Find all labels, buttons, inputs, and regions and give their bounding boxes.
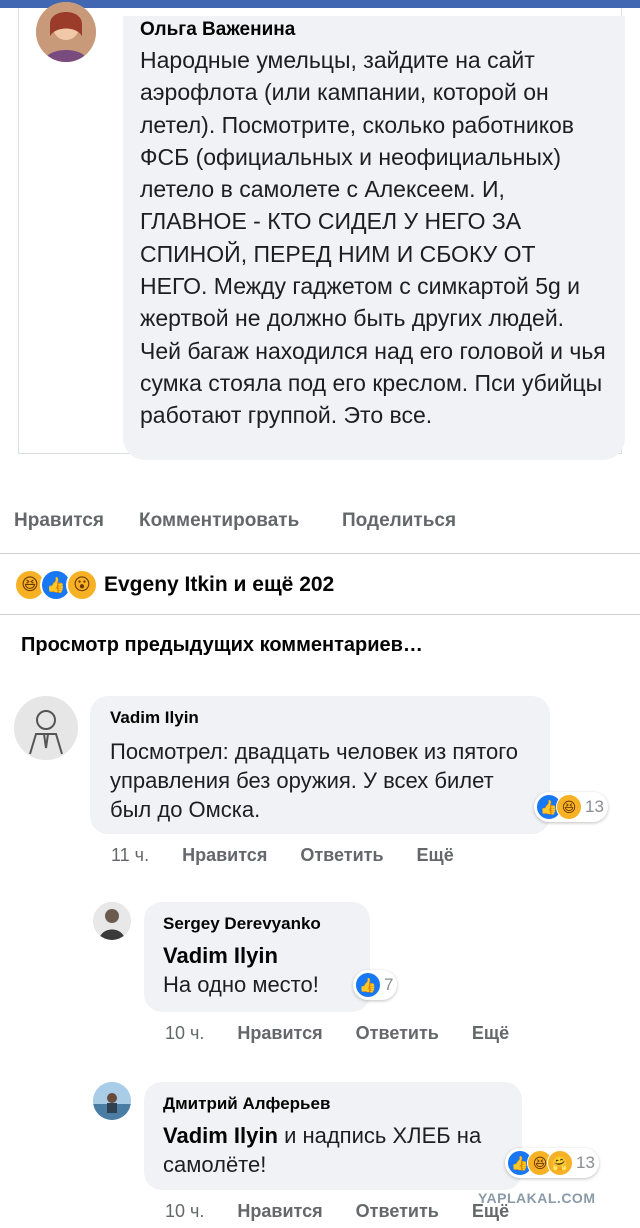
comment-meta: 11 ч. Нравится Ответить Ещё [111,845,482,866]
comment-bubble: Дмитрий Алферьев Vadim Ilyin и надпись Х… [144,1082,522,1190]
post-actions-bar: Нравится Комментировать Поделиться [0,500,640,540]
like-reaction-icon: 👍 [355,972,381,998]
post-text: Народные умельцы, зайдите на сайт аэрофл… [140,47,606,429]
comment-bubble: Vadim Ilyin Посмотрел: двадцать человек … [90,696,550,834]
comment-time: 11 ч. [111,845,150,865]
divider [0,614,640,615]
shared-post-bubble: Ольга Важенина Народные умельцы, зайдите… [123,16,625,460]
comment-like-button[interactable]: Нравится [182,845,267,865]
care-reaction-icon: 🤗 [547,1150,573,1176]
reaction-count: 13 [576,1153,595,1172]
reaction-count: 13 [585,797,604,816]
comment-reply-button[interactable]: Ответить [300,845,383,865]
comment-more-button[interactable]: Ещё [472,1023,509,1043]
divider [0,553,640,554]
view-previous-comments-link[interactable]: Просмотр предыдущих комментариев… [21,634,423,657]
commenter-name[interactable]: Sergey Derevyanko [163,913,351,935]
reaction-count: 7 [384,975,394,994]
comment-reactions[interactable]: 👍 😆 13 [534,792,608,822]
comment-button[interactable]: Комментировать [139,510,299,532]
reaction-summary[interactable]: 😆 👍 😮 Evgeny Itkin и ещё 202 [14,568,334,602]
comment-meta: 10 ч. Нравится Ответить Ещё [165,1023,537,1044]
comment-bubble: Sergey Derevyanko Vadim Ilyin На одно ме… [144,902,370,1012]
comment-reply-button[interactable]: Ответить [356,1023,439,1043]
haha-reaction-icon: 😆 [556,794,582,820]
commenter-avatar[interactable] [93,1082,131,1120]
comment-time: 10 ч. [165,1023,205,1043]
comment-like-button[interactable]: Нравится [237,1023,322,1043]
commenter-name[interactable]: Vadim Ilyin [110,707,530,729]
reaction-summary-text: Evgeny Itkin и ещё 202 [104,573,335,596]
comment-reply-button[interactable]: Ответить [356,1201,439,1221]
wow-reaction-icon: 😮 [66,569,98,601]
author-avatar[interactable] [36,2,96,62]
commenter-avatar[interactable] [14,696,78,760]
comment-like-button[interactable]: Нравится [237,1201,322,1221]
comment-text: На одно место! [163,972,319,997]
share-button[interactable]: Поделиться [342,510,456,532]
commenter-avatar[interactable] [93,902,131,940]
comment-more-button[interactable]: Ещё [417,845,454,865]
like-button[interactable]: Нравится [14,510,104,532]
mention-link[interactable]: Vadim Ilyin [163,1123,278,1148]
watermark: YAPLAKAL.COM [478,1190,596,1206]
author-name[interactable]: Ольга Важенина [140,18,609,42]
shared-post-card: Ольга Важенина Народные умельцы, зайдите… [18,2,625,460]
comment-text: Посмотрел: двадцать человек из пятого уп… [110,739,519,822]
comment-reactions[interactable]: 👍 7 [353,970,398,1000]
top-app-bar [0,0,640,8]
mention-link[interactable]: Vadim Ilyin [163,943,278,968]
comment-reactions[interactable]: 👍 😆 🤗 13 [505,1148,599,1178]
comment-time: 10 ч. [165,1201,205,1221]
commenter-name[interactable]: Дмитрий Алферьев [163,1093,503,1115]
